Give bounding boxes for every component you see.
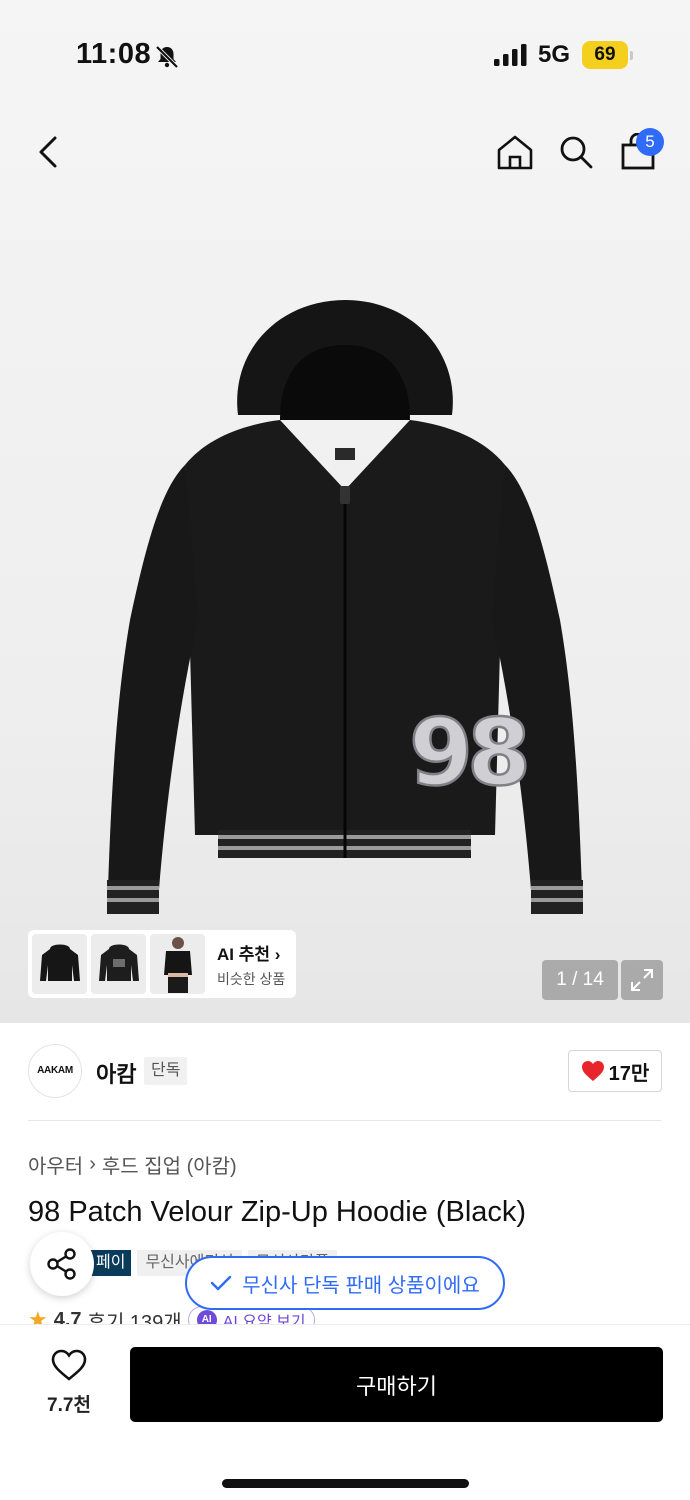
- thumbnail-hoodie-front[interactable]: [32, 934, 87, 994]
- battery-indicator: 69: [582, 41, 628, 69]
- search-icon: [560, 136, 593, 169]
- jersey-number-patch: 98: [409, 699, 526, 806]
- image-page-counter: 1 / 14: [542, 960, 618, 1000]
- product-title: 98 Patch Velour Zip-Up Hoodie (Black): [28, 1196, 527, 1228]
- expand-icon: [631, 969, 653, 991]
- cart-count-badge: 5: [636, 128, 664, 156]
- back-button[interactable]: [20, 120, 76, 184]
- buy-button[interactable]: 구매하기: [130, 1347, 663, 1422]
- expand-image-button[interactable]: [621, 960, 663, 1000]
- battery-tip: [630, 51, 633, 60]
- check-icon: [211, 1275, 232, 1291]
- brand-name[interactable]: 아캄: [96, 1057, 136, 1089]
- purchase-bar: 7.7천 구매하기: [0, 1324, 690, 1500]
- product-gallery[interactable]: 11:08 5G 69 5 98 AI 추천 › 비슷한 상품 1 / 14: [0, 0, 690, 1023]
- chevron-left-icon: [39, 136, 57, 168]
- brand-like-count: 17만: [608, 1062, 650, 1085]
- thumbnail-strip: AI 추천 › 비슷한 상품: [28, 930, 296, 998]
- breadcrumb-category[interactable]: 아우터: [28, 1150, 83, 1179]
- breadcrumb: 아우터 › 후드 집업 (아캄): [28, 1150, 237, 1179]
- top-navigation: [0, 120, 690, 184]
- wishlist-button[interactable]: 7.7천: [32, 1349, 106, 1419]
- status-time: 11:08: [76, 38, 152, 70]
- chevron-right-icon: ›: [89, 1153, 96, 1175]
- home-icon: [497, 135, 533, 170]
- status-bar: 11:08 5G 69: [0, 0, 690, 110]
- search-button[interactable]: [548, 120, 604, 184]
- ai-recommend-title: AI 추천 ›: [217, 944, 281, 964]
- home-indicator: [222, 1479, 469, 1488]
- section-divider: [28, 1120, 662, 1121]
- home-button[interactable]: [487, 120, 543, 184]
- exclusive-toast: 무신사 단독 판매 상품이에요: [185, 1256, 505, 1310]
- thumbnail-model[interactable]: [150, 934, 205, 994]
- heart-filled-icon: [581, 1061, 604, 1081]
- chevron-right-icon: ›: [274, 944, 281, 964]
- cellular-signal-icon: [494, 44, 527, 66]
- wishlist-count: 7.7천: [47, 1395, 91, 1416]
- tag-pay: 페이: [90, 1250, 132, 1276]
- product-image[interactable]: 98: [90, 290, 600, 940]
- breadcrumb-subcategory[interactable]: 후드 집업 (아캄): [102, 1150, 237, 1179]
- ai-recommend-subtitle: 비슷한 상품: [217, 970, 286, 987]
- brand-row: AAKAM 아캄 단독 17만: [28, 1044, 662, 1100]
- heart-outline-icon: [51, 1349, 87, 1381]
- toast-message: 무신사 단독 판매 상품이에요: [242, 1274, 480, 1297]
- bell-muted-icon: [155, 45, 179, 69]
- brand-like-button[interactable]: 17만: [568, 1050, 662, 1092]
- exclusive-badge: 단독: [144, 1057, 188, 1085]
- brand-logo[interactable]: AAKAM: [28, 1044, 82, 1098]
- share-icon: [47, 1248, 76, 1280]
- thumbnail-hoodie-back[interactable]: [91, 934, 146, 994]
- network-type: 5G: [538, 41, 571, 68]
- ai-recommend-link[interactable]: AI 추천 › 비슷한 상품: [217, 940, 285, 989]
- share-button[interactable]: [30, 1232, 94, 1296]
